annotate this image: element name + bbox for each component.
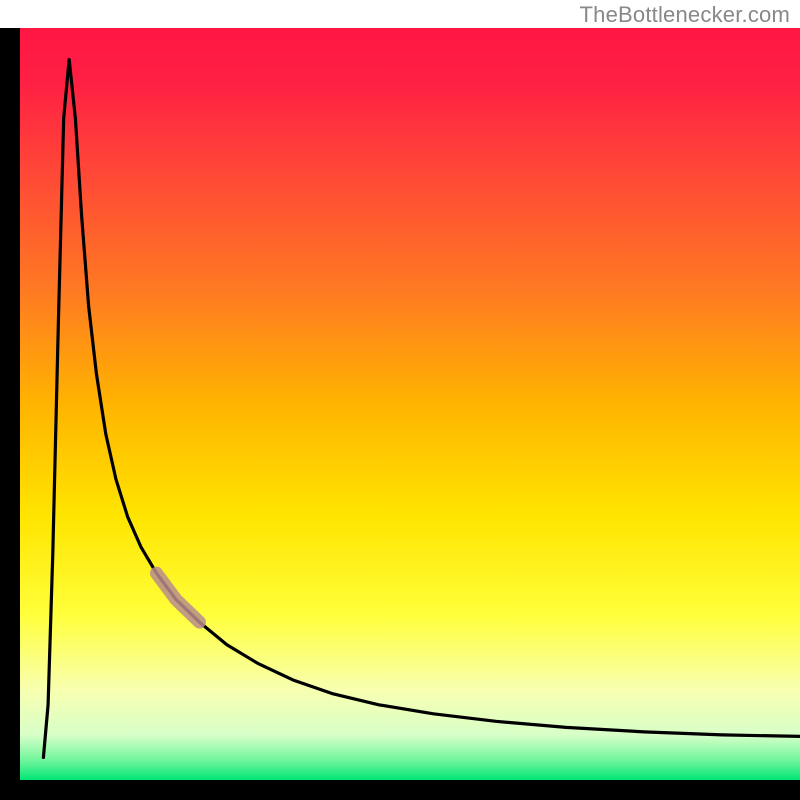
bottleneck-chart — [0, 0, 800, 800]
axis-bottom-border — [0, 780, 800, 800]
axis-left-border — [0, 28, 20, 800]
plot-background — [20, 28, 800, 780]
chart-stage: TheBottlenecker.com — [0, 0, 800, 800]
watermark-text: TheBottlenecker.com — [580, 2, 790, 28]
